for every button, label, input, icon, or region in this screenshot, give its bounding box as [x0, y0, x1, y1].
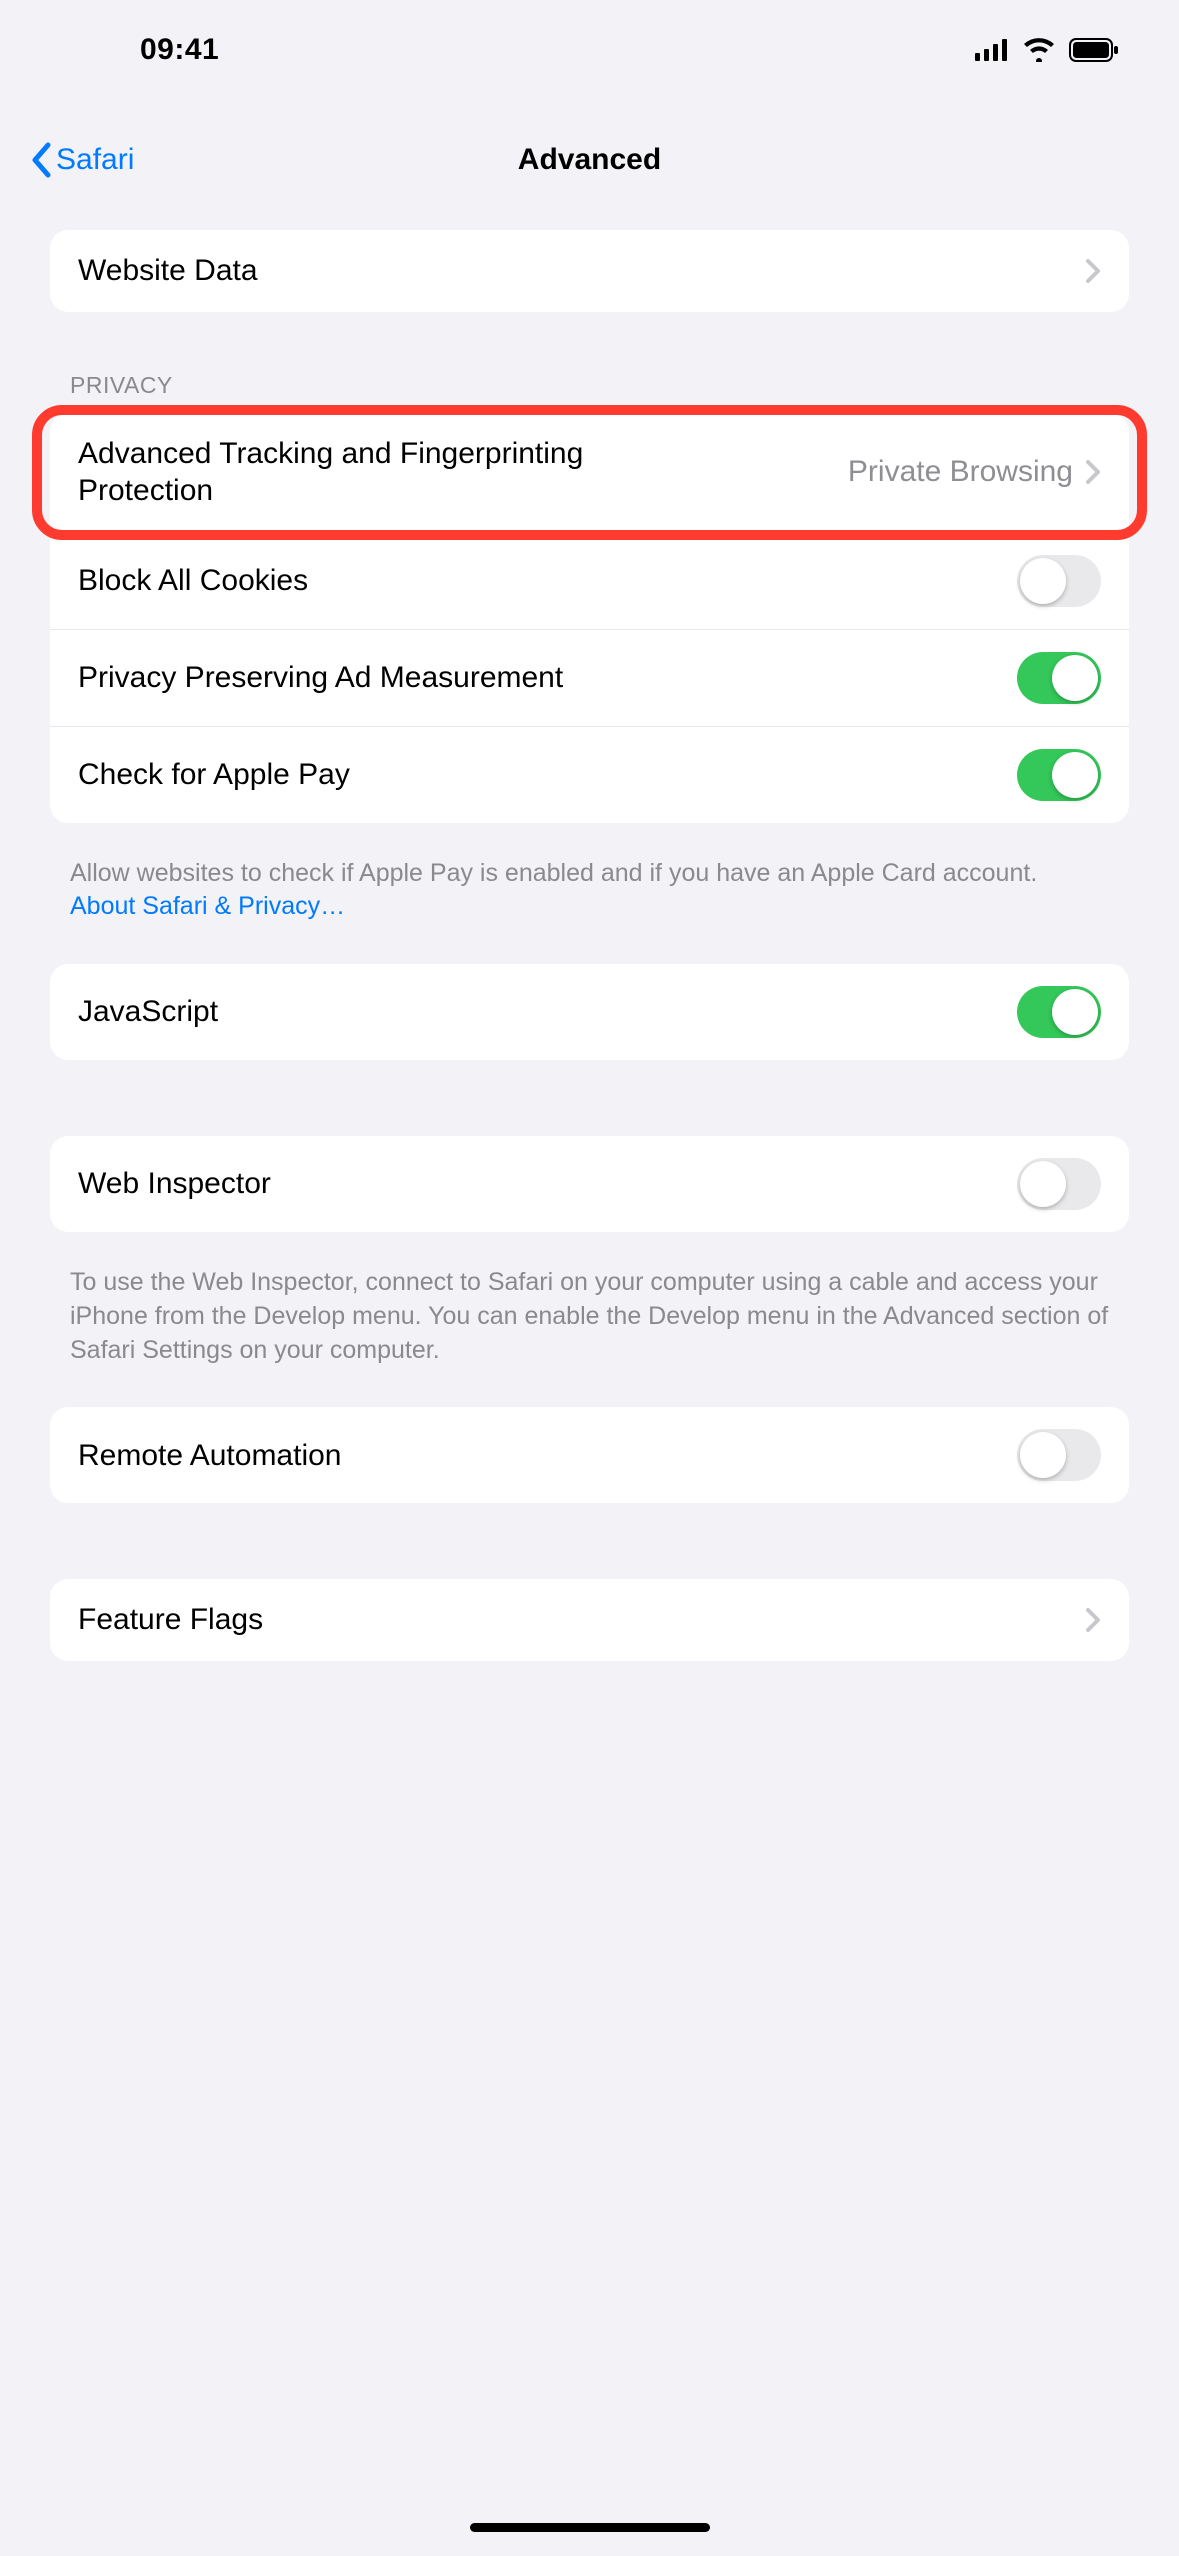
back-button[interactable]: Safari [30, 142, 134, 178]
nav-title: Advanced [518, 143, 661, 177]
row-ad-measurement: Privacy Preserving Ad Measurement [50, 629, 1129, 726]
value-tracking-protection: Private Browsing [848, 455, 1101, 489]
label-tracking-protection: Advanced Tracking and Fingerprinting Pro… [78, 435, 638, 510]
row-feature-flags[interactable]: Feature Flags [50, 1579, 1129, 1661]
toggle-apple-pay[interactable] [1017, 749, 1101, 801]
group-privacy: Advanced Tracking and Fingerprinting Pro… [50, 413, 1129, 823]
label-block-cookies: Block All Cookies [78, 562, 308, 600]
label-web-inspector: Web Inspector [78, 1165, 271, 1203]
home-indicator [470, 2523, 710, 2532]
toggle-remote-automation[interactable] [1017, 1429, 1101, 1481]
row-apple-pay: Check for Apple Pay [50, 726, 1129, 823]
nav-bar: Safari Advanced [0, 120, 1179, 200]
status-time: 09:41 [140, 33, 219, 67]
row-block-cookies: Block All Cookies [50, 532, 1129, 629]
chevron-left-icon [30, 142, 52, 178]
row-javascript: JavaScript [50, 964, 1129, 1060]
group-javascript: JavaScript [50, 964, 1129, 1060]
wifi-icon [1023, 38, 1055, 62]
row-website-data[interactable]: Website Data [50, 230, 1129, 312]
label-apple-pay: Check for Apple Pay [78, 756, 350, 794]
cellular-icon [975, 39, 1009, 61]
chevron-website-data [1085, 258, 1101, 284]
chevron-right-icon [1085, 459, 1101, 485]
group-feature-flags: Feature Flags [50, 1579, 1129, 1661]
toggle-javascript[interactable] [1017, 986, 1101, 1038]
about-safari-privacy-link[interactable]: About Safari & Privacy… [70, 892, 345, 920]
row-remote-automation: Remote Automation [50, 1407, 1129, 1503]
label-feature-flags: Feature Flags [78, 1601, 263, 1639]
group-remote-automation: Remote Automation [50, 1407, 1129, 1503]
label-remote-automation: Remote Automation [78, 1437, 341, 1475]
section-header-privacy: Privacy [0, 332, 1179, 413]
toggle-web-inspector[interactable] [1017, 1158, 1101, 1210]
tracking-value-text: Private Browsing [848, 455, 1073, 489]
footer-privacy: Allow websites to check if Apple Pay is … [0, 843, 1179, 965]
label-website-data: Website Data [78, 252, 258, 290]
chevron-right-icon [1085, 258, 1101, 284]
status-icons [975, 38, 1119, 62]
battery-icon [1069, 38, 1119, 62]
label-ad-measurement: Privacy Preserving Ad Measurement [78, 659, 563, 697]
label-javascript: JavaScript [78, 993, 218, 1031]
chevron-feature-flags [1085, 1607, 1101, 1633]
group-website-data: Website Data [50, 230, 1129, 312]
chevron-right-icon [1085, 1607, 1101, 1633]
footer-privacy-text: Allow websites to check if Apple Pay is … [70, 859, 1037, 887]
row-tracking-protection[interactable]: Advanced Tracking and Fingerprinting Pro… [50, 413, 1129, 532]
footer-web-inspector: To use the Web Inspector, connect to Saf… [0, 1252, 1179, 1407]
status-bar: 09:41 [0, 0, 1179, 100]
back-label: Safari [56, 143, 134, 177]
group-web-inspector: Web Inspector [50, 1136, 1129, 1232]
row-web-inspector: Web Inspector [50, 1136, 1129, 1232]
toggle-block-cookies[interactable] [1017, 555, 1101, 607]
toggle-ad-measurement[interactable] [1017, 652, 1101, 704]
